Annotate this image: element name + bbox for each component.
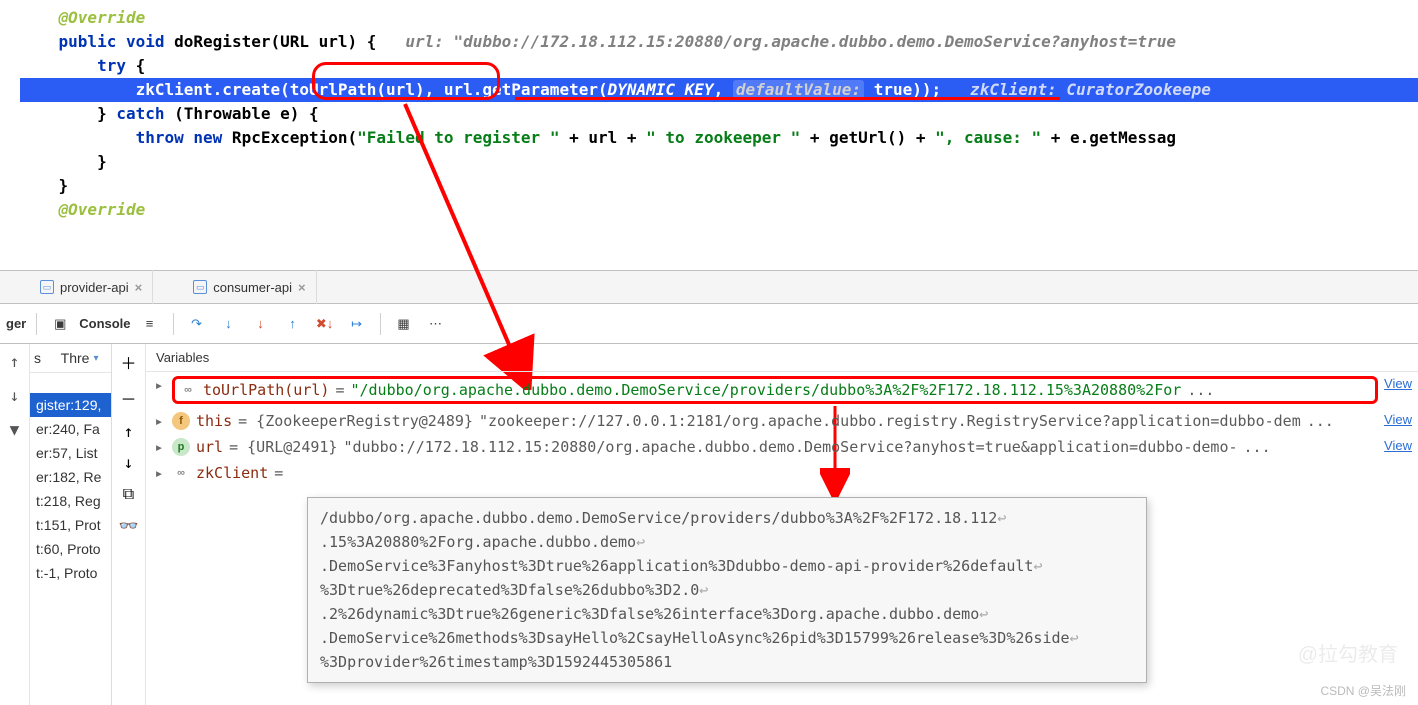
equals: = (335, 381, 344, 399)
frames-buttons: ↑ ↓ ▼ (0, 344, 30, 705)
highlighted-exec-line: zkClient.create(toUrlPath(url), url.getP… (20, 78, 1418, 102)
stack-frame[interactable]: er:240, Fa (30, 417, 111, 441)
module-icon: ▭ (40, 280, 54, 294)
watch-icon: ∞ (172, 464, 190, 482)
field-icon: f (172, 412, 190, 430)
variable-row-zkclient[interactable]: ▸ ∞ zkClient = (146, 460, 1418, 486)
tab-label: provider-api (60, 280, 129, 295)
tooltip-line: .DemoService%26methods%3DsayHello%2CsayH… (320, 629, 1070, 647)
value-tooltip: /dubbo/org.apache.dubbo.demo.DemoService… (307, 497, 1147, 683)
code-line: @Override (20, 6, 1418, 30)
tab-provider-api[interactable]: ▭ provider-api × (30, 270, 153, 304)
stack-frame[interactable]: er:57, List (30, 441, 111, 465)
tab-consumer-api[interactable]: ▭ consumer-api × (183, 270, 316, 304)
step-into-icon[interactable]: ↓ (216, 311, 242, 337)
code-editor[interactable]: @Override public void doRegister(URL url… (0, 0, 1418, 270)
frames-header: s Thre ▾ (30, 344, 111, 373)
stack-frame[interactable]: t:-1, Proto (30, 561, 111, 585)
watermark: @拉勾教育 (1298, 638, 1398, 667)
code-line: @Override (20, 198, 1418, 222)
variable-name: toUrlPath(url) (203, 381, 329, 399)
tooltip-line: .DemoService%3Fanyhost%3Dtrue%26applicat… (320, 557, 1033, 575)
code-line: public void doRegister(URL url) { url: "… (20, 30, 1418, 54)
frames-column: ↑ ↓ ▼ s Thre ▾ gister:129, er:240, Fa er… (0, 344, 112, 705)
csdn-attribution: CSDN @吴法刚 (1320, 682, 1406, 699)
step-over-icon[interactable]: ↷ (184, 311, 210, 337)
glasses-icon[interactable]: 👓 (119, 516, 139, 535)
close-icon[interactable]: × (298, 280, 306, 295)
variable-name: this (196, 412, 232, 430)
drop-frame-icon[interactable]: ✖↓ (312, 311, 338, 337)
step-out-icon[interactable]: ↑ (280, 311, 306, 337)
variable-value: "dubbo://172.18.112.15:20880/org.apache.… (343, 438, 1237, 456)
variable-row-tourlpath[interactable]: ▸ ∞ toUrlPath(url) = "/dubbo/org.apache.… (146, 372, 1418, 408)
add-watch-icon[interactable]: ＋ (120, 350, 136, 374)
variables-buttons: ＋ － ↑ ↓ ⧉ 👓 (112, 344, 146, 705)
expander-icon[interactable]: ▸ (152, 412, 166, 430)
stack-frame[interactable]: t:60, Proto (30, 537, 111, 561)
variable-value: "/dubbo/org.apache.dubbo.demo.DemoServic… (350, 381, 1181, 399)
close-icon[interactable]: × (135, 280, 143, 295)
expander-icon[interactable]: ▸ (152, 376, 166, 394)
filter-frames-icon[interactable]: ▼ (4, 418, 26, 440)
frames-list[interactable]: s Thre ▾ gister:129, er:240, Fa er:57, L… (30, 344, 111, 705)
watch-icon: ∞ (179, 381, 197, 399)
variable-value: "zookeeper://127.0.0.1:2181/org.apache.d… (479, 412, 1301, 430)
expander-icon[interactable]: ▸ (152, 438, 166, 456)
variable-name: url (196, 438, 223, 456)
stack-frame[interactable]: t:218, Reg (30, 489, 111, 513)
tooltip-line: %3Dtrue%26deprecated%3Dfalse%26dubbo%3D2… (320, 581, 699, 599)
view-link[interactable]: View (1384, 376, 1412, 391)
tab-label: consumer-api (213, 280, 292, 295)
view-link[interactable]: View (1384, 438, 1412, 453)
variable-row-url[interactable]: ▸ p url = {URL@2491} "dubbo://172.18.112… (146, 434, 1418, 460)
force-step-into-icon[interactable]: ↓ (248, 311, 274, 337)
run-to-cursor-icon[interactable]: ↦ (344, 311, 370, 337)
console-label[interactable]: Console (79, 316, 130, 331)
expander-icon[interactable]: ▸ (152, 464, 166, 482)
code-line: } (20, 150, 1418, 174)
copy-icon[interactable]: ⧉ (123, 484, 134, 504)
tooltip-line: %3Dprovider%26timestamp%3D1592445305861 (320, 653, 672, 671)
stack-frame[interactable]: er:182, Re (30, 465, 111, 489)
evaluate-expression-icon[interactable]: ▦ (391, 311, 417, 337)
stack-frame[interactable]: t:151, Prot (30, 513, 111, 537)
stack-frame[interactable]: gister:129, (30, 393, 111, 417)
code-line: throw new RpcException("Failed to regist… (20, 126, 1418, 150)
tooltip-line: .2%26dynamic%3Dtrue%26generic%3Dfalse%26… (320, 605, 979, 623)
more-icon[interactable]: ⋯ (423, 311, 449, 337)
param-icon: p (172, 438, 190, 456)
prev-frame-icon[interactable]: ↑ (4, 350, 26, 372)
code-line: } (20, 174, 1418, 198)
editor-tabs-bar: ▭ provider-api × ▭ consumer-api × (0, 270, 1418, 304)
move-up-icon[interactable]: ↑ (124, 422, 134, 441)
variable-name: zkClient (196, 464, 268, 482)
code-line: } catch (Throwable e) { (20, 102, 1418, 126)
code-line: try { (20, 54, 1418, 78)
variable-row-this[interactable]: ▸ f this = {ZookeeperRegistry@2489} "zoo… (146, 408, 1418, 434)
debugger-label: ger (6, 316, 26, 331)
tooltip-line: /dubbo/org.apache.dubbo.demo.DemoService… (320, 509, 997, 527)
view-link[interactable]: View (1384, 412, 1412, 427)
console-tab-icon[interactable]: ▣ (47, 311, 73, 337)
tooltip-line: .15%3A20880%2Forg.apache.dubbo.demo (320, 533, 636, 551)
move-down-icon[interactable]: ↓ (124, 453, 134, 472)
remove-watch-icon[interactable]: － (120, 386, 136, 410)
debug-toolbar: ger ▣ Console ≡ ↷ ↓ ↓ ↑ ✖↓ ↦ ▦ ⋯ (0, 304, 1418, 344)
module-icon: ▭ (193, 280, 207, 294)
threads-icon[interactable]: ≡ (137, 311, 163, 337)
next-frame-icon[interactable]: ↓ (4, 384, 26, 406)
variables-header: Variables (146, 344, 1418, 372)
